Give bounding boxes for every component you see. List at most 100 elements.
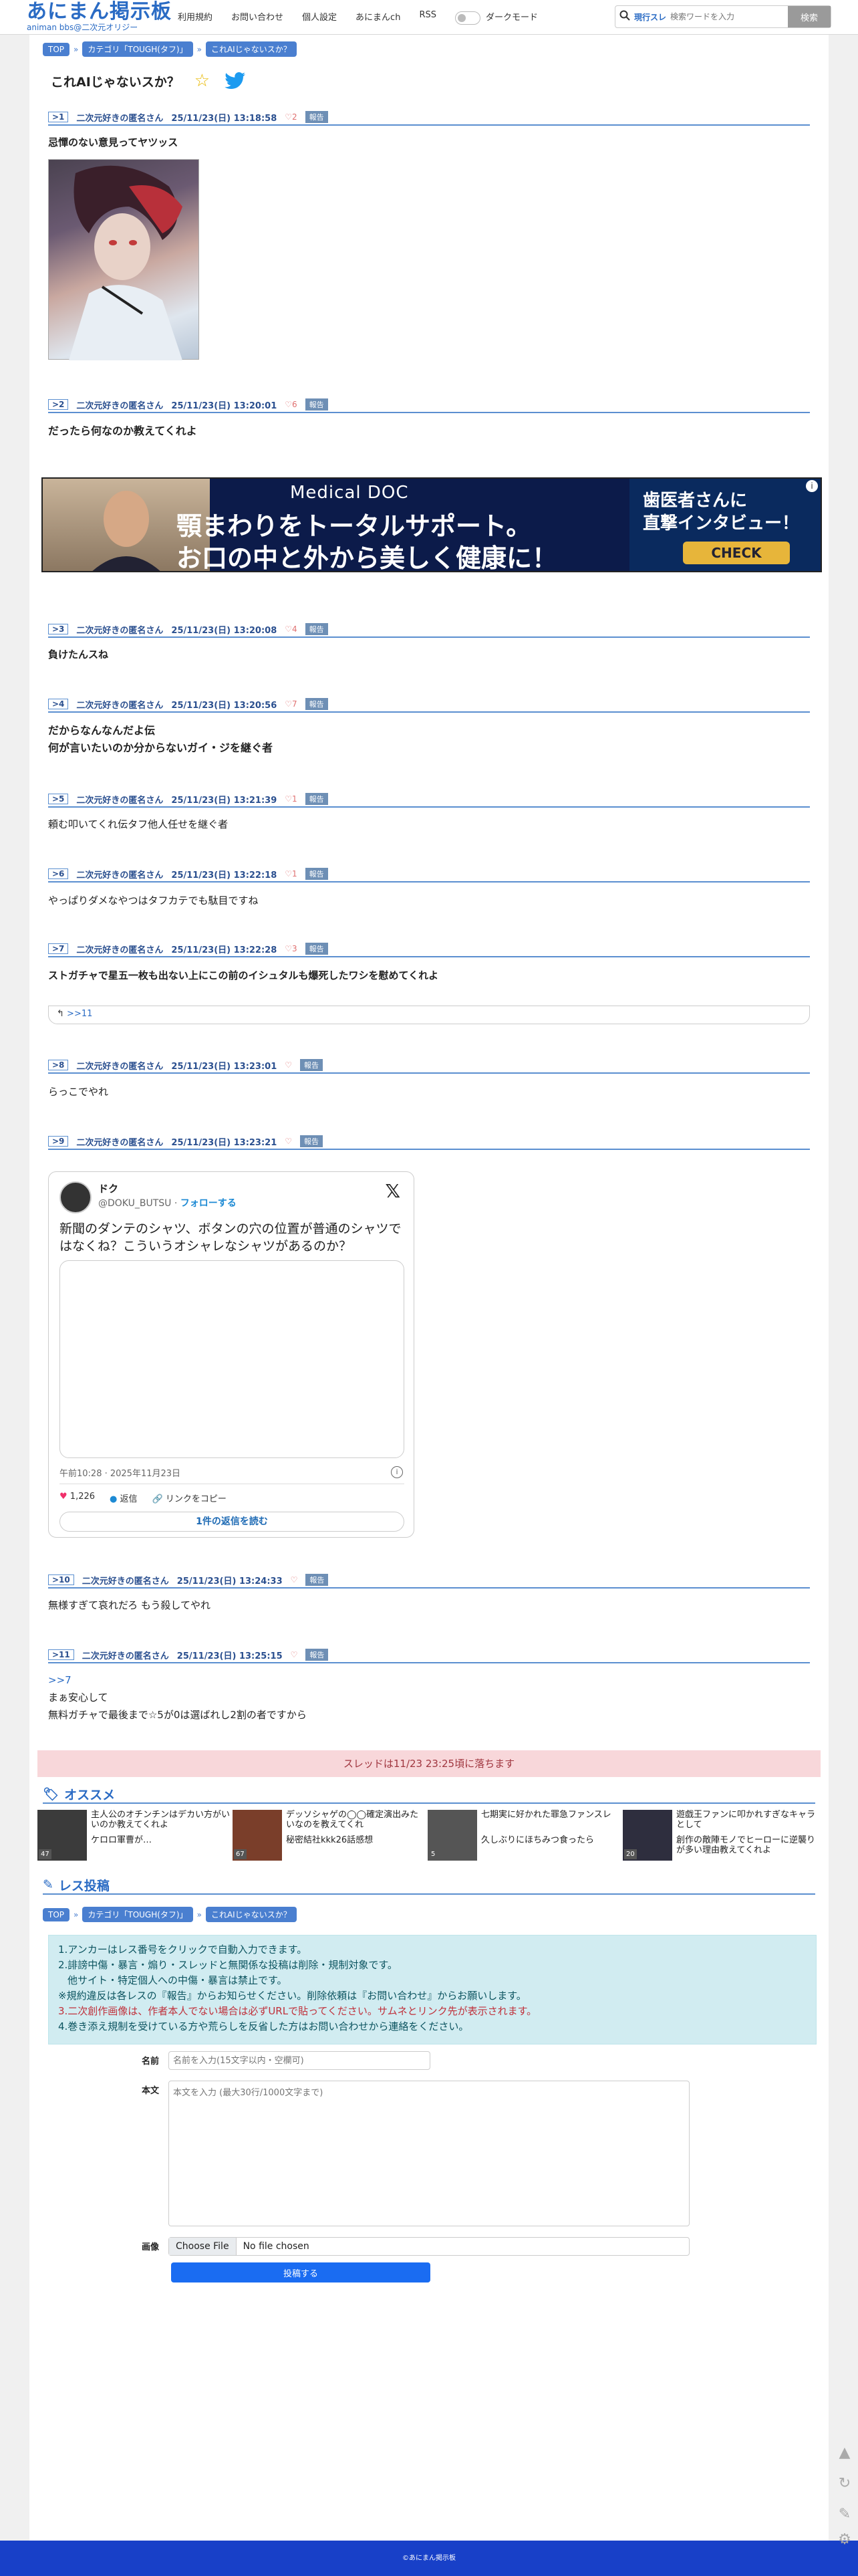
post-image[interactable]: [48, 159, 199, 360]
search-scope[interactable]: 現行スレ: [634, 11, 666, 23]
nav-rss[interactable]: RSS: [419, 10, 436, 25]
report-button[interactable]: 報告: [305, 868, 328, 880]
like-button[interactable]: ♡6: [285, 400, 297, 409]
recommend-link[interactable]: 創作の敵陣モノでヒーローに逆襲りが多い理由教えてくれよ: [676, 1835, 815, 1857]
recommend-item[interactable]: 47 主人公のオチンチンはデカい方がいいのか教えてくれよ ケロロ軍曹が…: [37, 1810, 231, 1861]
avatar[interactable]: [59, 1181, 92, 1213]
site-logo[interactable]: あにまん掲示板 animan bbs@二次元オリジー: [27, 1, 172, 33]
submit-post-button[interactable]: 投稿する: [171, 2262, 430, 2282]
like-button[interactable]: ♡4: [285, 624, 297, 634]
favorite-star-icon[interactable]: ☆: [194, 71, 210, 91]
breadcrumb-category[interactable]: カテゴリ「TOUGH(タフ)」: [82, 1907, 193, 1922]
reply-link[interactable]: >>11: [67, 1009, 92, 1019]
post-body-1: 忌憚のない意見ってヤツッス: [48, 134, 810, 151]
scroll-top-button[interactable]: ▲: [834, 2442, 855, 2463]
report-button[interactable]: 報告: [305, 1574, 329, 1586]
recommend-item[interactable]: 5 七期実に好かれた罪急ファンスレ 久しぶりにほちみつ食ったら: [428, 1810, 621, 1861]
breadcrumb-category[interactable]: カテゴリ「TOUGH(タフ)」: [82, 41, 193, 57]
post-number[interactable]: >7: [48, 943, 69, 954]
nav-animanch[interactable]: あにまんch: [355, 10, 400, 25]
tweet-timestamp[interactable]: 午前10:28 · 2025年11月23日: [59, 1466, 180, 1479]
reload-button[interactable]: ↻: [834, 2472, 855, 2494]
post-number[interactable]: >5: [48, 794, 69, 804]
post-number[interactable]: >9: [48, 1136, 69, 1147]
like-count: 2: [292, 112, 297, 122]
ad-banner[interactable]: Medical DOC 顎まわりをトータルサポート。 お口の中と外から美しく健康…: [41, 477, 822, 572]
report-button[interactable]: 報告: [305, 1649, 329, 1661]
like-button[interactable]: ♡: [291, 1575, 298, 1585]
post-number[interactable]: >10: [48, 1574, 74, 1585]
like-button[interactable]: ♡7: [285, 699, 297, 709]
name-field[interactable]: [168, 2051, 430, 2070]
heart-icon: ♡: [290, 1575, 298, 1585]
dark-mode-toggle[interactable]: ダークモード: [454, 10, 538, 25]
breadcrumb-thread[interactable]: これAIじゃないスか？: [205, 1907, 297, 1922]
report-button[interactable]: 報告: [305, 398, 328, 411]
post-number[interactable]: >3: [48, 624, 69, 634]
tweet-reply-button[interactable]: ● 返信: [110, 1492, 138, 1504]
image-file-input[interactable]: Choose File No file chosen: [168, 2237, 690, 2256]
read-replies-button[interactable]: 1件の返信を読む: [59, 1512, 404, 1532]
recommend-item[interactable]: 20 遊戯王ファンに叩かれすぎなキャラとして 創作の敵陣モノでヒーローに逆襲りが…: [623, 1810, 817, 1861]
like-button[interactable]: ♡: [285, 1060, 292, 1070]
like-button[interactable]: ♡1: [285, 869, 297, 879]
recommend-item[interactable]: 67 デッソシャゲの◯◯確定演出みたいなのを教えてくれ 秘密結社kkk26話感想: [233, 1810, 426, 1861]
tweet-handle[interactable]: @DOKU_BUTSU: [98, 1198, 171, 1209]
breadcrumb-top[interactable]: TOP: [43, 42, 70, 56]
report-button[interactable]: 報告: [305, 111, 328, 123]
toggle-switch[interactable]: [454, 11, 480, 25]
ad-check-button[interactable]: CHECK: [683, 542, 790, 564]
like-button[interactable]: ♡: [291, 1650, 298, 1659]
compose-button[interactable]: ✎: [834, 2503, 855, 2525]
recommend-link[interactable]: デッソシャゲの◯◯確定演出みたいなのを教えてくれ: [286, 1810, 425, 1831]
like-button[interactable]: ♡2: [285, 112, 297, 122]
nav-settings[interactable]: 個人設定: [302, 10, 337, 25]
choose-file-button[interactable]: Choose File: [169, 2238, 237, 2255]
follow-button[interactable]: フォローする: [180, 1198, 237, 1209]
recommend-link[interactable]: ケロロ軍曹が…: [91, 1835, 230, 1857]
report-button[interactable]: 報告: [305, 623, 328, 635]
report-button[interactable]: 報告: [300, 1135, 323, 1147]
info-icon[interactable]: i: [391, 1466, 403, 1478]
ad-info-icon[interactable]: i: [806, 480, 818, 492]
breadcrumb-thread[interactable]: これAIじゃないスか？: [205, 41, 297, 57]
thread-expiry-notice: スレッドは11/23 23:25頃に落ちます: [37, 1750, 821, 1777]
like-button[interactable]: ♡1: [285, 794, 297, 804]
recommend-link[interactable]: 七期実に好かれた罪急ファンスレ: [481, 1810, 620, 1831]
copy-link-button[interactable]: 🔗 リンクをコピー: [152, 1492, 227, 1504]
recommend-link[interactable]: 遊戯王ファンに叩かれすぎなキャラとして: [676, 1810, 815, 1831]
recommend-link[interactable]: 主人公のオチンチンはデカい方がいいのか教えてくれよ: [91, 1810, 230, 1831]
post-number[interactable]: >4: [48, 699, 69, 709]
x-logo-icon[interactable]: 𝕏: [385, 1180, 400, 1202]
like-button[interactable]: ♡: [285, 1137, 292, 1146]
post-number[interactable]: >11: [48, 1649, 74, 1660]
embedded-tweet[interactable]: ドク @DOKU_BUTSU · フォローする 𝕏 新聞のダンテのシャツ、ボタン…: [48, 1171, 414, 1538]
body-field[interactable]: [168, 2081, 690, 2226]
settings-button[interactable]: ⚙: [834, 2529, 855, 2550]
tweet-media[interactable]: [59, 1260, 404, 1458]
like-count: 3: [292, 944, 297, 953]
tweet-like-button[interactable]: ♥ 1,226: [59, 1492, 95, 1504]
recommend-title: オススメ: [64, 1787, 116, 1802]
like-button[interactable]: ♡3: [285, 944, 297, 953]
search-input[interactable]: [670, 12, 788, 21]
breadcrumb-top[interactable]: TOP: [43, 1907, 70, 1921]
report-button[interactable]: 報告: [305, 793, 328, 805]
post-number[interactable]: >1: [48, 112, 69, 122]
post-date: 25/11/23(日) 13:21:39: [171, 795, 277, 806]
tweet-author-name[interactable]: ドク: [98, 1181, 118, 1195]
report-button[interactable]: 報告: [300, 1059, 323, 1071]
report-button[interactable]: 報告: [305, 943, 328, 955]
post-number[interactable]: >2: [48, 399, 69, 410]
search-button[interactable]: 検索: [788, 6, 831, 27]
post-body-8: らっこでやれ: [48, 1083, 810, 1100]
post-number[interactable]: >8: [48, 1060, 69, 1070]
recommend-link[interactable]: 久しぶりにほちみつ食ったら: [481, 1835, 620, 1857]
nav-contact[interactable]: お問い合わせ: [231, 10, 283, 25]
recommend-link[interactable]: 秘密結社kkk26話感想: [286, 1835, 425, 1857]
nav-terms[interactable]: 利用規約: [178, 10, 212, 25]
post-number[interactable]: >6: [48, 868, 69, 879]
twitter-share-icon[interactable]: [225, 72, 246, 90]
anchor-link[interactable]: >>7: [48, 1671, 810, 1689]
report-button[interactable]: 報告: [305, 698, 328, 710]
